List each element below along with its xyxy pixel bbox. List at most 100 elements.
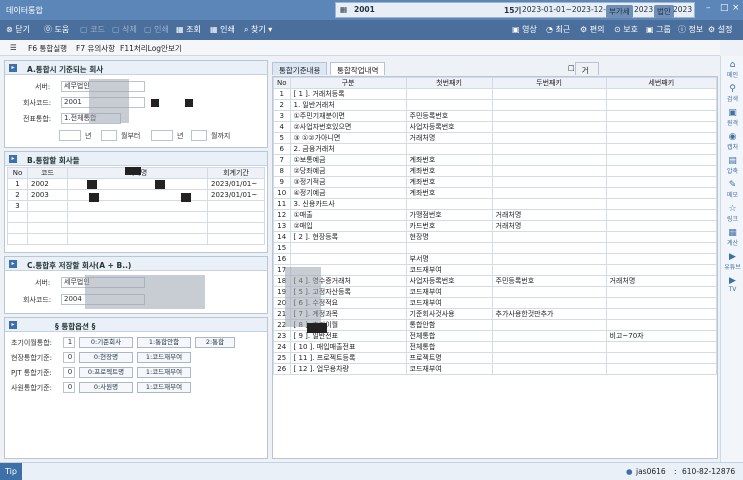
redacted-area (85, 275, 205, 309)
table-row[interactable]: 17 코드재부여 (273, 264, 718, 276)
table-row[interactable]: 24[ 10 ]. 매입매출전표 전체통합 (273, 341, 718, 353)
video-button[interactable]: ▣ 영상 (512, 24, 537, 35)
table-row[interactable]: 26[ 12 ]. 업무용차량 코드재부여 (273, 363, 718, 375)
section-icon: ▸ (9, 64, 17, 72)
search-button[interactable]: ⌕ 찾기 ▾ (244, 24, 272, 35)
table-row[interactable]: 15 (273, 242, 718, 254)
table-row[interactable]: 22[ 8 ]. 초기이월통합안함 (273, 319, 718, 331)
minimize-button[interactable]: – (706, 3, 711, 13)
sidebar-item-4[interactable]: ▤ 압축 (721, 156, 743, 175)
table-row[interactable]: 25[ 11 ]. 프로젝트등록 프로젝트명 (273, 352, 718, 364)
table-row[interactable]: 2 1. 일반거래처 (273, 99, 718, 111)
tip-button[interactable]: Tip (0, 463, 22, 480)
table-row[interactable]: 18[ 4 ]. 영수증거래처 사업자등록번호 주민등록번호 거래처명 (273, 275, 718, 287)
table-row[interactable]: 6 2. 금융거래처 (273, 143, 718, 155)
table-row[interactable]: 13 ②매입 카드번호 거래처명 (273, 220, 718, 232)
sidebar-item-5[interactable]: ✎ 메모 (721, 180, 743, 199)
print2-button[interactable]: ▦ 인쇄 (210, 24, 235, 35)
sidebar-item-8[interactable]: ▶ 유튜브 (721, 252, 743, 271)
user-icon: ● (626, 467, 633, 476)
code-button[interactable]: ▢ 코드 (80, 24, 105, 35)
table-row[interactable]: 3 (7, 200, 265, 212)
tab-history[interactable]: 통합작업내역 (330, 62, 386, 75)
convenience-button[interactable]: ⚙ 편의 (580, 24, 604, 35)
tab-criteria[interactable]: 통합기준내용 (272, 62, 328, 75)
option-no-merge-button[interactable]: 1:통합안함 (137, 337, 191, 348)
from-year-field[interactable] (59, 130, 81, 141)
table-row[interactable]: 23[ 9 ]. 일반전표 전체통합 비고~70자 (273, 330, 718, 342)
table-row[interactable]: 21[ 7 ]. 계정과목기준회사것사용추가사용한것만추가 (273, 308, 718, 320)
table-row[interactable]: 16 부서명 (273, 253, 718, 265)
redacted-block (125, 167, 141, 175)
redacted-block (155, 180, 165, 189)
sidebar-icon: ▣ (728, 108, 737, 118)
table-row[interactable]: 1[ 1 ]. 거래처등록 (273, 88, 718, 100)
settings-button[interactable]: ⚙ 설정 (708, 24, 732, 35)
sidebar-item-9[interactable]: ▶ TV (721, 276, 743, 293)
name-merge-checkbox[interactable]: ☐ 거래처명칭 통합(기초정보는 통합안함) (562, 62, 599, 240)
table-row[interactable]: 5 ③ ①②가아니면 거래처명 (273, 132, 718, 144)
status-bar: Tip ● jas0616 : 610-82-12876 (0, 462, 743, 480)
f7-notes-button[interactable]: F7 유의사항 (76, 43, 115, 54)
sidebar-item-3[interactable]: ◉ 캡처 (721, 132, 743, 151)
group-button[interactable]: ▣ 그룹 (646, 24, 671, 35)
redacted-area (89, 79, 129, 123)
menu-icon[interactable]: ☰ (10, 43, 17, 52)
to-month-field[interactable] (191, 130, 207, 141)
pjt-merge-value[interactable]: 0 (63, 367, 75, 378)
table-row[interactable]: 2 2003 2023/01/01~ (7, 189, 265, 201)
option-site-recode-button[interactable]: 1:코드재부여 (137, 352, 191, 363)
table-row[interactable]: 19[ 5 ]. 고정자산등록 코드재부여 (273, 286, 718, 298)
table-row[interactable]: 7 ①보통예금 계좌번호 (273, 154, 718, 166)
option-project-recode-button[interactable]: 1:코드재부여 (137, 367, 191, 378)
option-project-name-button[interactable]: 0:프로젝트명 (79, 367, 133, 378)
close-window-button[interactable]: × (732, 3, 740, 13)
section-c-panel: ▸ C.통합후 저장할 회사(A + B..) 서버: 세무법인 회사코드: 20… (4, 256, 268, 314)
delete-button[interactable]: ▢ 삭제 (112, 24, 137, 35)
corp-badge: 법인 (654, 5, 674, 18)
option-site-name-button[interactable]: 0:현장명 (79, 352, 133, 363)
sidebar-item-2[interactable]: ▣ 원격 (721, 108, 743, 127)
section-b-header: ▸ B.통합할 회사들 (5, 152, 267, 166)
latest-button[interactable]: ◔ 최근 (546, 24, 570, 35)
sidebar-item-1[interactable]: ⚲ 검색 (721, 84, 743, 103)
table-row[interactable]: 12 ①매출 가맹점번호 거래처명 (273, 209, 718, 221)
print-button[interactable]: ▢ 인쇄 (144, 24, 169, 35)
employee-merge-value[interactable]: 0 (63, 382, 75, 393)
table-row[interactable]: 8 ②당좌예금 계좌번호 (273, 165, 718, 177)
title-bar: 데이터통합 ▦ 2001 15기 2023-01-01~2023-12-31 부… (0, 0, 743, 20)
redacted-block (89, 193, 99, 202)
from-month-field[interactable] (101, 130, 117, 141)
view-button[interactable]: ▦ 조회 (176, 24, 201, 35)
table-row[interactable]: 10 ④정기예금 계좌번호 (273, 187, 718, 199)
vat-badge: 부가세 (606, 5, 633, 18)
table-row[interactable]: 20[ 6 ]. 수정적요코드재부여 (273, 297, 718, 309)
sidebar-item-7[interactable]: ▦ 계산 (721, 228, 743, 247)
sidebar-icon: ◉ (728, 132, 737, 142)
f6-run-button[interactable]: F6 통합실행 (28, 43, 67, 54)
maximize-button[interactable]: □ (720, 3, 729, 13)
option-employee-name-button[interactable]: 0:사원명 (79, 382, 133, 393)
table-row[interactable]: 1 2002 2023/01/01~ (7, 178, 265, 190)
option-merge-button[interactable]: 2:통합 (195, 337, 235, 348)
table-row[interactable]: 4 ②사업자번호있으면 사업자등록번호 (273, 121, 718, 133)
to-year-field[interactable] (151, 130, 173, 141)
table-row[interactable]: 14[ 2 ]. 현장등록 현장명 (273, 231, 718, 243)
option-employee-recode-button[interactable]: 1:코드재부여 (137, 382, 191, 393)
quick-sidebar: ⌂ 메인 ⚲ 검색 ▣ 원격 ◉ 캡처 ▤ 압축 ✎ 메모 ☆ 링크 ▦ 계산 ▶ 유튜브 ▶ TV (720, 56, 743, 462)
close-button[interactable]: ⊗ 닫기 (6, 24, 30, 35)
protect-button[interactable]: ⊙ 보호 (614, 24, 638, 35)
sidebar-item-0[interactable]: ⌂ 메인 (721, 60, 743, 79)
site-merge-value[interactable]: 0 (63, 352, 75, 363)
help-button[interactable]: ⓪ 도움 (44, 24, 69, 35)
table-row[interactable]: 11 3. 신용카드사 (273, 198, 718, 210)
info-button[interactable]: ⓘ 정보 (678, 24, 703, 35)
sidebar-item-6[interactable]: ☆ 링크 (721, 204, 743, 223)
sidebar-icon: ▶ (729, 252, 736, 262)
f11-log-button[interactable]: F11처리Log안보기 (120, 43, 182, 54)
opening-balance-value[interactable]: 1 (63, 337, 75, 348)
table-row[interactable]: 9 ③정기적금 계좌번호 (273, 176, 718, 188)
sidebar-icon: ⚲ (729, 84, 736, 94)
table-row[interactable]: 3 ①주민기재분이면 주민등록번호 (273, 110, 718, 122)
option-base-company-button[interactable]: 0:기준회사 (79, 337, 133, 348)
